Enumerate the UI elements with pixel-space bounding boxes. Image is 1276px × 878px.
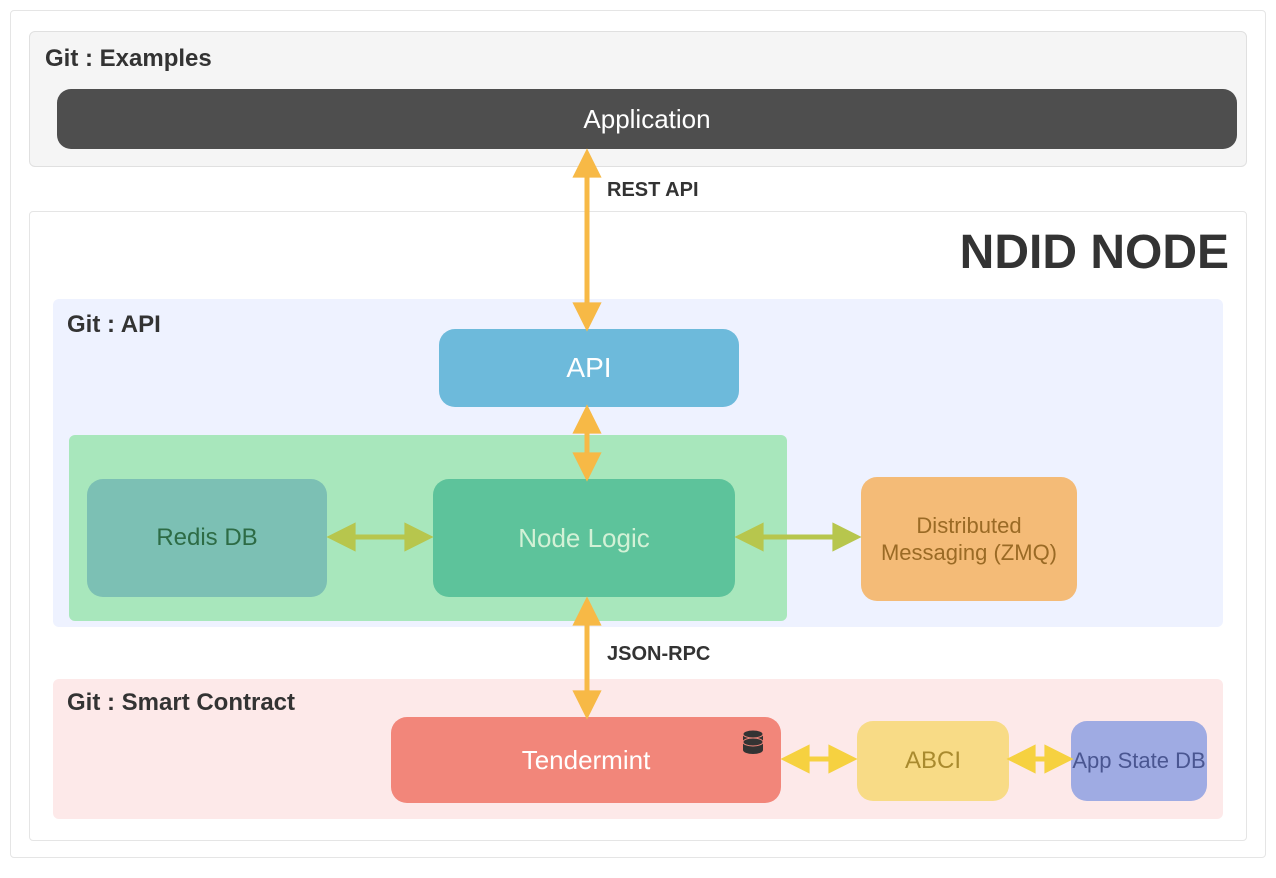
arrows-layer	[11, 11, 1267, 859]
diagram-canvas: Git : Examples Application REST API NDID…	[10, 10, 1266, 858]
